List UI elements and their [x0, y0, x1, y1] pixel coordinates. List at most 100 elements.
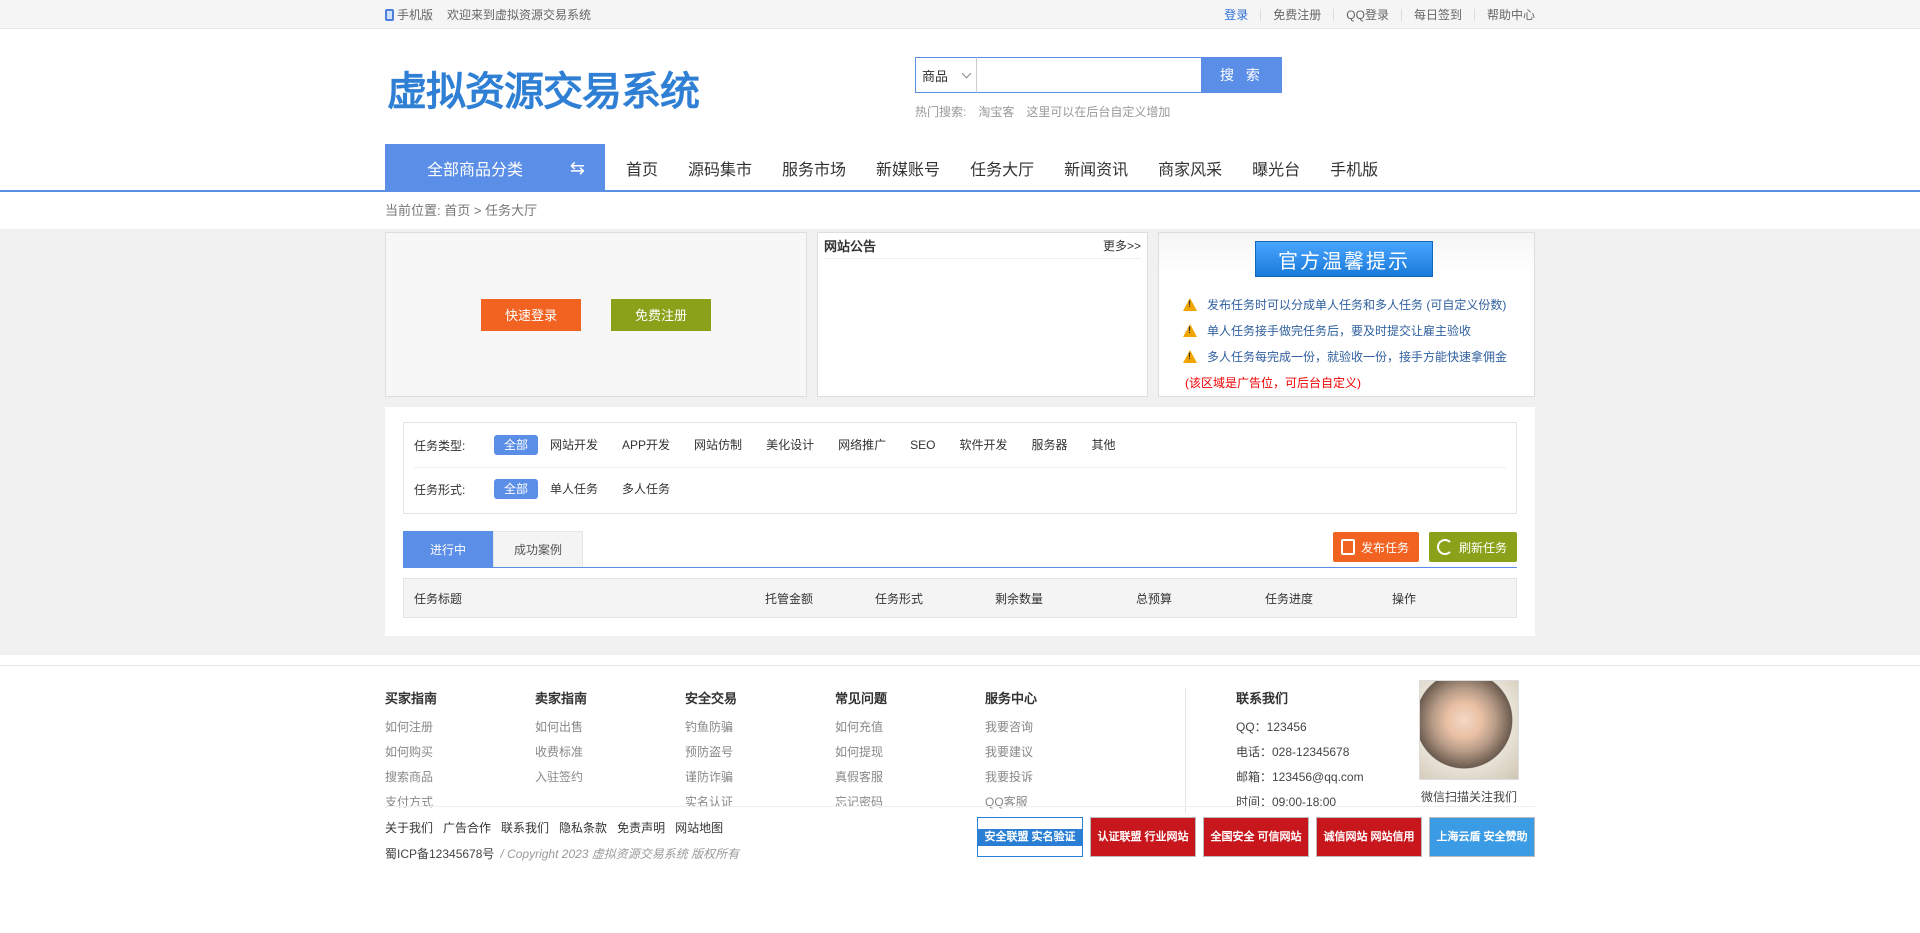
icp-number[interactable]: 蜀ICP备12345678号 — [385, 847, 494, 861]
badge-cert-alliance[interactable]: 认证联盟 行业网站 — [1090, 817, 1196, 857]
footer-col-title: 买家指南 — [385, 691, 438, 706]
register-link[interactable]: 免费注册 — [1260, 8, 1333, 21]
tip-text: 单人任务接手做完任务后，要及时提交让雇主验收 — [1207, 323, 1472, 338]
footer-link[interactable]: 预防盗号 — [685, 740, 835, 765]
qq-login-link[interactable]: QQ登录 — [1333, 8, 1401, 21]
badge-shanghai-yundun[interactable]: 上海云盾 安全赞助 — [1429, 817, 1535, 857]
help-center-link[interactable]: 帮助中心 — [1473, 8, 1535, 21]
footer-col-faq: 常见问题 如何充值 如何提现 真假客服 忘记密码 — [835, 688, 985, 809]
footer-col-title: 安全交易 — [685, 691, 738, 706]
footer-link[interactable]: 搜索商品 — [385, 765, 535, 790]
type-option[interactable]: 其他 — [1079, 435, 1127, 455]
hot-search-item[interactable]: 淘宝客 — [978, 103, 1014, 120]
footer-col-safety: 安全交易 钓鱼防骗 预防盗号 谨防诈骗 实名认证 — [685, 688, 835, 809]
copyright-text: / Copyright 2023 虚拟资源交易系统 版权所有 — [500, 847, 740, 861]
tab-in-progress[interactable]: 进行中 — [403, 531, 493, 567]
type-option[interactable]: 网站仿制 — [682, 435, 754, 455]
footer-link-ads[interactable]: 广告合作 — [443, 819, 491, 836]
search-category-select[interactable]: 商品 — [915, 57, 977, 93]
type-option[interactable]: SEO — [898, 435, 947, 455]
tip-item: 多人任务每完成一份，就验收一份，接手方能快速拿佣金 — [1183, 343, 1507, 369]
type-option[interactable]: APP开发 — [610, 435, 682, 455]
refresh-icon — [1436, 539, 1453, 555]
free-register-button[interactable]: 免费注册 — [611, 298, 711, 331]
mobile-link[interactable]: 手机版 — [385, 6, 433, 23]
type-option[interactable]: 网络推广 — [826, 435, 898, 455]
site-logo[interactable]: 虚拟资源交易系统 — [387, 59, 700, 117]
type-option[interactable]: 网站开发 — [538, 435, 610, 455]
refresh-task-label: 刷新任务 — [1458, 540, 1507, 555]
footer-link[interactable]: 如何出售 — [535, 715, 685, 740]
footer-link[interactable]: 我要咨询 — [985, 715, 1135, 740]
type-option[interactable]: 美化设计 — [754, 435, 826, 455]
tab-success-cases[interactable]: 成功案例 — [493, 531, 583, 567]
footer-link[interactable]: 真假客服 — [835, 765, 985, 790]
footer-col-buyer: 买家指南 如何注册 如何购买 搜索商品 支付方式 — [385, 688, 535, 809]
breadcrumb-separator: > — [473, 203, 482, 218]
footer-link[interactable]: 收费标准 — [535, 740, 685, 765]
breadcrumb-current: 任务大厅 — [485, 203, 538, 218]
search-input[interactable] — [977, 57, 1202, 93]
footer-link[interactable]: 谨防诈骗 — [685, 765, 835, 790]
contact-qq: QQ：123456 — [1236, 720, 1307, 734]
form-option[interactable]: 多人任务 — [610, 479, 682, 499]
ad-note: (该区域是广告位，可后台自定义) — [1185, 375, 1361, 390]
footer-link[interactable]: 如何购买 — [385, 740, 535, 765]
footer-col-service: 服务中心 我要咨询 我要建议 我要投诉 QQ客服 — [985, 688, 1135, 809]
notice-more-link[interactable]: 更多>> — [1103, 237, 1141, 254]
badge-site-credit[interactable]: 诚信网站 网站信用 — [1316, 817, 1422, 857]
type-option-all[interactable]: 全部 — [494, 435, 539, 455]
search-button[interactable]: 搜 索 — [1202, 57, 1282, 93]
footer-link-sitemap[interactable]: 网站地图 — [675, 819, 723, 836]
type-option[interactable]: 服务器 — [1019, 435, 1079, 455]
breadcrumb-home[interactable]: 首页 — [444, 203, 470, 218]
footer-col-title: 常见问题 — [835, 691, 888, 706]
form-option[interactable]: 单人任务 — [538, 479, 610, 499]
nav-item-mobile[interactable]: 手机版 — [1315, 156, 1393, 180]
nav-item-exposure[interactable]: 曝光台 — [1237, 156, 1315, 180]
publish-task-button[interactable]: 发布任务 — [1332, 532, 1419, 562]
col-escrow: 托管金额 — [764, 591, 813, 606]
daily-checkin-link[interactable]: 每日签到 — [1400, 8, 1474, 21]
footer-link[interactable]: 我要投诉 — [985, 765, 1135, 790]
nav-item-merchants[interactable]: 商家风采 — [1143, 156, 1237, 180]
publish-task-label: 发布任务 — [1360, 540, 1409, 555]
footer-link[interactable]: 如何注册 — [385, 715, 535, 740]
refresh-task-button[interactable]: 刷新任务 — [1428, 532, 1517, 562]
footer-link[interactable]: 钓鱼防骗 — [685, 715, 835, 740]
nav-item-service-market[interactable]: 服务市场 — [767, 156, 861, 180]
nav-item-source-market[interactable]: 源码集市 — [673, 156, 767, 180]
breadcrumb-label: 当前位置: — [385, 203, 441, 218]
login-link[interactable]: 登录 — [1212, 9, 1260, 21]
quick-login-button[interactable]: 快速登录 — [481, 298, 581, 331]
footer-link[interactable]: 我要建议 — [985, 740, 1135, 765]
task-tabs-row: 进行中 成功案例 发布任务 刷新任务 — [403, 530, 1517, 568]
col-remaining: 剩余数量 — [994, 591, 1043, 606]
col-budget: 总预算 — [1135, 591, 1172, 606]
badge-trusted-site[interactable]: 全国安全 可信网站 — [1203, 817, 1309, 857]
tips-title: 官方温馨提示 — [1255, 241, 1433, 277]
footer-links: 关于我们 广告合作 联系我们 隐私条款 免责声明 网站地图 — [385, 819, 723, 836]
all-categories-button[interactable]: 全部商品分类 ⇆ — [385, 144, 605, 192]
badge-safety-alliance[interactable]: 安全联盟 实名验证 — [977, 817, 1083, 857]
task-form-label: 任务形式: — [414, 482, 466, 497]
footer-link[interactable]: 入驻签约 — [535, 765, 685, 790]
form-option-all[interactable]: 全部 — [494, 479, 539, 499]
nav-item-media-accounts[interactable]: 新媒账号 — [861, 156, 955, 180]
nav-item-news[interactable]: 新闻资讯 — [1049, 156, 1143, 180]
main-content: 快速登录 免费注册 网站公告 更多>> 官方温馨提示 发布任务时可以分成单人任务… — [0, 229, 1920, 655]
tips-box: 官方温馨提示 发布任务时可以分成单人任务和多人任务 (可自定义份数) 单人任务接… — [1158, 232, 1535, 397]
footer-link-privacy[interactable]: 隐私条款 — [559, 819, 607, 836]
footer-link-about[interactable]: 关于我们 — [385, 819, 433, 836]
footer-link-disclaimer[interactable]: 免责声明 — [617, 819, 665, 836]
nav-item-task-hall[interactable]: 任务大厅 — [955, 156, 1049, 180]
breadcrumb: 当前位置: 首页 > 任务大厅 — [0, 192, 1920, 229]
hot-search-item[interactable]: 这里可以在后台自定义增加 — [1026, 103, 1170, 120]
nav-item-home[interactable]: 首页 — [611, 156, 673, 180]
footer-link-contact[interactable]: 联系我们 — [501, 819, 549, 836]
tip-item: 发布任务时可以分成单人任务和多人任务 (可自定义份数) — [1183, 291, 1507, 317]
footer-link[interactable]: 如何充值 — [835, 715, 985, 740]
col-action: 操作 — [1391, 591, 1416, 606]
type-option[interactable]: 软件开发 — [947, 435, 1019, 455]
footer-link[interactable]: 如何提现 — [835, 740, 985, 765]
